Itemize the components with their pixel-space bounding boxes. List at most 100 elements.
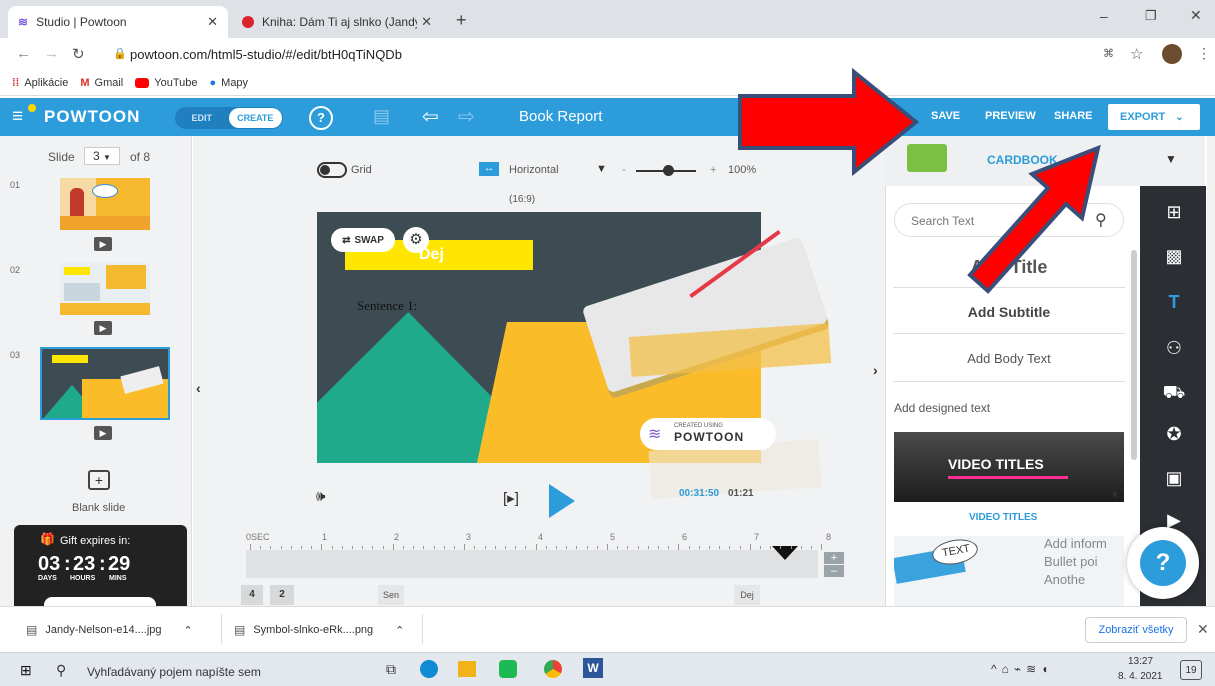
chrome-icon[interactable] bbox=[544, 660, 562, 678]
close-downloads-icon[interactable]: ✕ bbox=[1197, 621, 1209, 638]
export-button[interactable]: EXPORT ⌄ bbox=[1108, 104, 1200, 130]
close-tab-icon[interactable]: ✕ bbox=[421, 14, 432, 30]
notifications-badge[interactable]: 19 bbox=[1180, 660, 1202, 680]
tab-studio-powtoon[interactable]: ≋ Studio | Powtoon ✕ bbox=[8, 6, 228, 38]
zoom-minus[interactable]: - bbox=[622, 164, 626, 176]
slide-thumbnail-2[interactable] bbox=[60, 263, 150, 315]
edit-create-toggle[interactable]: EDIT CREATE bbox=[175, 107, 283, 129]
undo-icon[interactable]: ⇦ bbox=[422, 104, 439, 129]
spotify-icon[interactable] bbox=[499, 660, 517, 678]
collapse-left-icon[interactable]: ‹ bbox=[196, 380, 201, 396]
chevron-up-icon[interactable]: ⌃ bbox=[395, 624, 404, 637]
new-tab-icon[interactable]: + bbox=[456, 10, 467, 31]
zoom-plus[interactable]: + bbox=[710, 164, 716, 176]
file-explorer-icon[interactable] bbox=[458, 661, 476, 677]
caret-down-icon[interactable]: ▼ bbox=[1110, 490, 1120, 501]
props-icon[interactable]: ⛟ bbox=[1160, 378, 1188, 406]
close-tab-icon[interactable]: ✕ bbox=[207, 14, 218, 30]
mode-edit[interactable]: EDIT bbox=[175, 113, 229, 123]
reload-icon[interactable]: ↻ bbox=[72, 45, 85, 63]
translate-icon[interactable]: ⌘ bbox=[1103, 47, 1114, 60]
images-icon[interactable]: ▣ bbox=[1160, 464, 1188, 492]
slide-selector[interactable]: 3 ▼ bbox=[84, 147, 120, 165]
gift-countdown[interactable]: 🎁 Gift expires in: 03 : 23 : 29 DAYS HOU… bbox=[14, 525, 187, 607]
word-icon[interactable]: W bbox=[583, 658, 603, 678]
menu-icon[interactable]: ≡ bbox=[12, 106, 23, 128]
play-slide-icon[interactable]: [▸] bbox=[503, 489, 519, 507]
caret-down-icon[interactable]: ▼ bbox=[1165, 152, 1177, 166]
timeline-track[interactable] bbox=[246, 550, 818, 578]
slide-options-icon[interactable]: ▶ bbox=[94, 237, 112, 251]
text-icon[interactable]: T bbox=[1160, 288, 1188, 316]
add-slide-icon[interactable]: + bbox=[88, 470, 110, 490]
show-all-downloads-button[interactable]: Zobraziť všetky bbox=[1085, 617, 1187, 643]
bookmark-mapy[interactable]: ● Mapy bbox=[210, 77, 249, 89]
clock-time[interactable]: 13:27 bbox=[1128, 656, 1153, 667]
notes-icon[interactable]: ▤ bbox=[373, 106, 390, 127]
profile-avatar[interactable] bbox=[1162, 44, 1182, 64]
timeline-playhead-icon[interactable] bbox=[772, 546, 798, 560]
settings-gear-icon[interactable]: ⚙ bbox=[403, 227, 429, 253]
panel-scrollbar[interactable] bbox=[1131, 250, 1137, 460]
forward-icon[interactable]: → bbox=[44, 45, 59, 62]
url-field[interactable]: powtoon.com/html5-studio/#/edit/btH0qTiN… bbox=[130, 47, 402, 62]
save-button[interactable]: SAVE bbox=[931, 110, 960, 122]
backgrounds-icon[interactable]: ▩ bbox=[1160, 242, 1188, 270]
bookmark-youtube[interactable]: YouTube bbox=[135, 77, 198, 89]
system-tray-icons[interactable]: ^⌂⌁≋◖ bbox=[991, 662, 1053, 676]
timeline-marker[interactable]: 4 bbox=[241, 585, 263, 605]
grid-toggle[interactable] bbox=[317, 162, 347, 178]
mode-create[interactable]: CREATE bbox=[228, 108, 282, 128]
redo-icon[interactable]: ⇨ bbox=[458, 104, 475, 129]
question-circle-icon[interactable]: ? bbox=[309, 106, 333, 130]
windows-start-icon[interactable]: ⊞ bbox=[20, 662, 32, 679]
orientation-label[interactable]: Horizontal bbox=[509, 164, 559, 176]
timeline-marker[interactable]: Sen bbox=[378, 585, 404, 605]
star-icon[interactable]: ☆ bbox=[1130, 45, 1143, 63]
timeline-marker[interactable]: Dej bbox=[734, 585, 760, 605]
bullet-text-card[interactable]: TEXT Add inform Bullet poi Anothe bbox=[894, 536, 1124, 606]
restore-icon[interactable]: ❐ bbox=[1145, 8, 1157, 24]
layout-icon[interactable]: ⊞ bbox=[1160, 198, 1188, 226]
zoom-slider-handle[interactable] bbox=[663, 165, 674, 176]
download-item[interactable]: ▤ Symbol-slnko-eRk....png ⌃ bbox=[234, 618, 404, 642]
preview-button[interactable]: PREVIEW bbox=[985, 110, 1036, 122]
characters-icon[interactable]: ⚇ bbox=[1160, 334, 1188, 362]
edge-icon[interactable] bbox=[420, 660, 438, 678]
help-button[interactable]: ? bbox=[1140, 540, 1186, 586]
download-item[interactable]: ▤ Jandy-Nelson-e14....jpg ⌃ bbox=[26, 618, 193, 642]
clock-date[interactable]: 8. 4. 2021 bbox=[1118, 671, 1162, 682]
browser-menu-icon[interactable]: ⋮ bbox=[1197, 45, 1211, 62]
search-icon[interactable]: ⚲ bbox=[56, 662, 66, 679]
play-icon[interactable] bbox=[549, 484, 575, 518]
taskbar-search-input[interactable]: Vyhľadávaný pojem napíšte sem bbox=[87, 665, 261, 679]
slide-thumbnail-1[interactable] bbox=[60, 178, 150, 230]
bookmark-apps[interactable]: ⁞⁞ Aplikácie bbox=[12, 77, 68, 89]
video-titles-card[interactable]: VIDEO TITLES ▼ bbox=[894, 432, 1124, 502]
collapse-right-icon[interactable]: › bbox=[873, 362, 878, 378]
back-icon[interactable]: ← bbox=[16, 45, 31, 62]
slide-options-icon[interactable]: ▶ bbox=[94, 321, 112, 335]
slide-options-icon[interactable]: ▶ bbox=[94, 426, 112, 440]
add-body-option[interactable]: Add Body Text bbox=[893, 336, 1125, 382]
blank-slide-label[interactable]: Blank slide bbox=[72, 502, 125, 514]
timeline-zoom-in-icon[interactable]: + bbox=[824, 552, 844, 564]
slide-thumbnail-3-selected[interactable] bbox=[40, 347, 170, 420]
share-button[interactable]: SHARE bbox=[1054, 110, 1093, 122]
close-window-icon[interactable]: ✕ bbox=[1190, 7, 1202, 24]
project-title[interactable]: Book Report bbox=[519, 108, 602, 125]
orientation-icon[interactable]: ↔ bbox=[479, 162, 499, 176]
chevron-up-icon[interactable]: ⌃ bbox=[184, 624, 193, 637]
bookmark-gmail[interactable]: M Gmail bbox=[80, 77, 123, 89]
orientation-caret-icon[interactable]: ▼ bbox=[596, 163, 607, 175]
timeline-marker[interactable]: 2 bbox=[270, 585, 294, 605]
page-scrollbar[interactable] bbox=[1207, 136, 1215, 606]
timeline-zoom-out-icon[interactable]: – bbox=[824, 565, 844, 577]
shapes-icon[interactable]: ✪ bbox=[1160, 420, 1188, 448]
tab-kniha[interactable]: Kniha: Dám Ti aj slnko (Jandy Nel ✕ bbox=[232, 6, 442, 38]
minimize-icon[interactable]: – bbox=[1100, 8, 1108, 24]
task-view-icon[interactable]: ⧉ bbox=[386, 661, 396, 678]
sentence-text[interactable]: Sentence 1: bbox=[357, 298, 417, 314]
volume-icon[interactable]: 🕪 bbox=[316, 488, 325, 505]
swap-button[interactable]: ⇄ SWAP bbox=[331, 228, 395, 252]
